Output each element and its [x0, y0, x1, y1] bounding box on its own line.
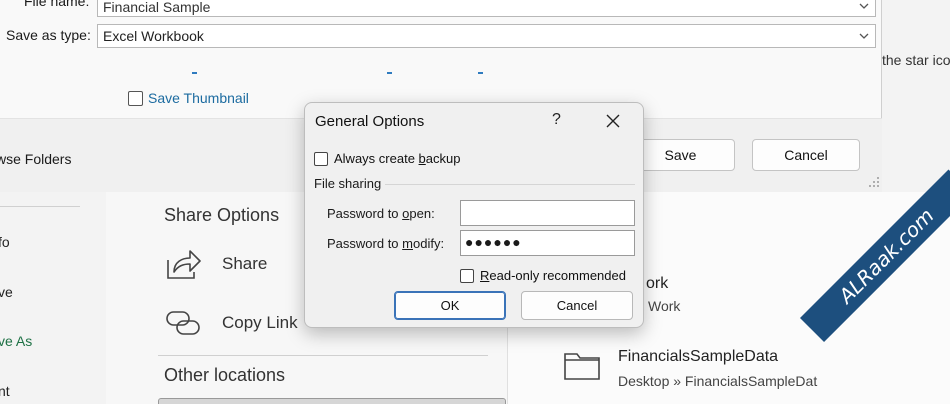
- close-icon[interactable]: [605, 113, 621, 129]
- location-path: Desktop » FinancialsSampleDat: [618, 373, 818, 389]
- group-divider: [385, 184, 635, 185]
- nav-item-save-as[interactable]: ve As: [0, 333, 32, 349]
- copy-link-label: Copy Link: [222, 313, 298, 332]
- share-option[interactable]: Share: [164, 246, 267, 282]
- field-dash: [387, 72, 392, 74]
- save-thumbnail-checkbox[interactable]: Save Thumbnail: [128, 90, 249, 106]
- work-location-title[interactable]: ork: [646, 275, 668, 293]
- other-locations-title: Other locations: [164, 365, 286, 385]
- file-name-label: File name:: [24, 0, 90, 9]
- always-backup-label: Always create backup: [334, 151, 461, 166]
- save-type-select[interactable]: Excel Workbook: [97, 24, 876, 48]
- file-name-input[interactable]: Financial Sample: [97, 0, 876, 17]
- resize-grip-icon[interactable]: [868, 176, 880, 188]
- save-type-value: Excel Workbook: [103, 28, 204, 44]
- dialog-title: General Options: [315, 113, 425, 130]
- password-modify-value: ●●●●●●: [465, 234, 522, 250]
- password-modify-label: Password to modify:: [327, 236, 445, 251]
- share-icon: [167, 250, 201, 279]
- folder-icon: [564, 353, 600, 380]
- nav-item-save[interactable]: ve: [0, 284, 13, 300]
- chevron-down-icon[interactable]: [857, 29, 871, 43]
- location-title[interactable]: FinancialsSampleData: [618, 348, 778, 366]
- field-dash: [192, 72, 197, 74]
- password-open-label: Password to open:: [327, 206, 435, 221]
- read-only-label: Read-only recommended: [480, 268, 626, 283]
- backstage-nav: fo ve ve As nt: [0, 192, 106, 404]
- copy-link-option[interactable]: Copy Link: [164, 308, 298, 338]
- checkbox[interactable]: [128, 90, 143, 106]
- save-thumbnail-label: Save Thumbnail: [148, 90, 249, 106]
- always-backup-checkbox[interactable]: Always create backup: [314, 151, 460, 166]
- chevron-down-icon[interactable]: [857, 0, 871, 13]
- checkbox[interactable]: [314, 151, 328, 166]
- work-location-sub: Work: [648, 298, 681, 314]
- ok-button[interactable]: OK: [394, 291, 506, 320]
- field-dash: [478, 72, 483, 74]
- nav-item-print[interactable]: nt: [0, 383, 10, 399]
- share-options-title: Share Options: [164, 205, 280, 225]
- cancel-button[interactable]: Cancel: [752, 139, 860, 171]
- browse-folders-toggle[interactable]: wse Folders: [0, 151, 71, 167]
- password-modify-input[interactable]: ●●●●●●: [460, 230, 635, 256]
- file-name-value: Financial Sample: [103, 0, 211, 15]
- checkbox[interactable]: [460, 268, 474, 283]
- link-icon: [166, 311, 200, 335]
- nav-item-info[interactable]: fo: [0, 234, 10, 250]
- file-sharing-group-label: File sharing: [314, 176, 382, 191]
- save-type-label: Save as type:: [6, 27, 91, 43]
- browse-location-item[interactable]: [158, 398, 506, 404]
- nav-divider: [0, 206, 80, 207]
- cancel-button[interactable]: Cancel: [521, 291, 633, 320]
- read-only-checkbox[interactable]: Read-only recommended: [460, 268, 626, 283]
- tags-hint-text: the star ico: [882, 52, 950, 68]
- password-open-input[interactable]: [460, 200, 635, 226]
- general-options-dialog: General Options ? Always create backup F…: [304, 102, 644, 328]
- section-divider: [158, 355, 488, 356]
- help-button[interactable]: ?: [552, 111, 561, 129]
- share-label: Share: [222, 254, 268, 273]
